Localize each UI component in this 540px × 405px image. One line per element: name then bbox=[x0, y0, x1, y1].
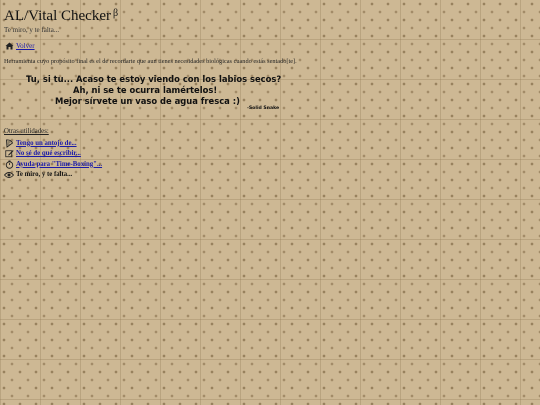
utilities-heading: Otras utilidades: bbox=[4, 128, 49, 135]
quote-line-2: Ah, ni se te ocurra lamértelos! bbox=[73, 85, 218, 95]
home-icon[interactable] bbox=[4, 41, 14, 51]
eye-icon bbox=[4, 170, 14, 180]
utilities-list: Tengo un antojo de... No sé de qué escri… bbox=[4, 138, 102, 180]
quote-block: Tu, si tu... Acaso te estoy viendo con l… bbox=[26, 74, 281, 107]
app-title: AL/Vital Checker bbox=[4, 8, 111, 24]
pencil-square-icon bbox=[4, 149, 14, 159]
back-link[interactable]: Volver bbox=[16, 42, 35, 50]
tool-description: Herramienta cuyo propósito final es el d… bbox=[4, 58, 297, 65]
utility-link-escribir[interactable]: No sé de qué escribir... bbox=[16, 150, 81, 157]
beta-badge: β bbox=[112, 8, 119, 19]
page-subtitle: Te miro, y te falta... bbox=[4, 26, 60, 34]
utility-item-escribir[interactable]: No sé de qué escribir... bbox=[4, 149, 102, 160]
stopwatch-icon bbox=[4, 159, 14, 169]
utensils-icon bbox=[4, 138, 14, 148]
utility-item-timeboxing[interactable]: Ayuda para "Time-Boxing"... bbox=[4, 159, 102, 170]
utility-item-temiro: Te miro, y te falta... bbox=[4, 170, 102, 181]
utility-item-antojo[interactable]: Tengo un antojo de... bbox=[4, 138, 102, 149]
utility-link-antojo[interactable]: Tengo un antojo de... bbox=[16, 140, 77, 147]
quote-author: -Solid Snake bbox=[247, 106, 280, 111]
quote-line-1: Tu, si tu... Acaso te estoy viendo con l… bbox=[26, 74, 282, 84]
utility-link-timeboxing[interactable]: Ayuda para "Time-Boxing"... bbox=[16, 161, 102, 168]
back-nav[interactable]: Volver bbox=[4, 41, 35, 51]
page-title: AL/Vital Checker β bbox=[4, 7, 118, 25]
utility-current-temiro: Te miro, y te falta... bbox=[16, 171, 73, 179]
